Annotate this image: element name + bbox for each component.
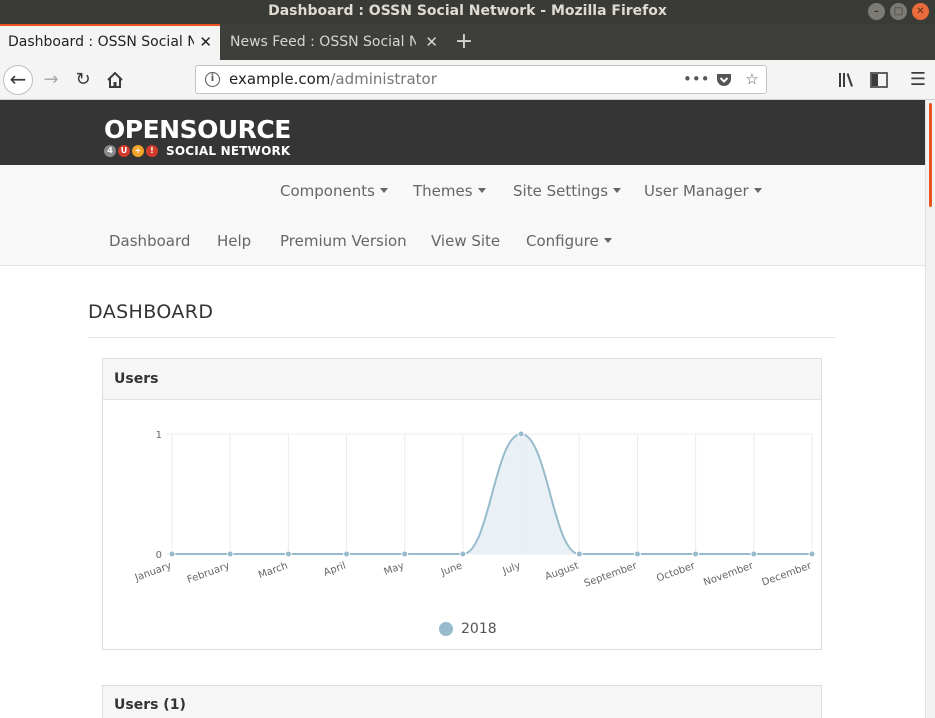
info-icon[interactable]: i <box>205 72 220 87</box>
x-tick-label: December <box>761 560 814 588</box>
tab-news-feed[interactable]: News Feed : OSSN Social Network ✕ <box>222 24 446 60</box>
legend-swatch <box>439 622 453 636</box>
menu-label: Components <box>280 182 375 200</box>
x-tick-label: October <box>655 560 697 584</box>
data-point <box>226 550 234 558</box>
data-point <box>401 550 409 558</box>
menu-user-manager[interactable]: User Manager <box>644 181 762 201</box>
menu-label: Dashboard <box>109 232 191 250</box>
chart-legend: 2018 <box>439 621 497 637</box>
x-tick-label: June <box>439 560 464 578</box>
caret-down-icon <box>603 238 612 243</box>
logo-badge: ! <box>146 145 158 157</box>
x-tick-label: November <box>702 560 755 588</box>
x-tick-label: September <box>583 560 640 590</box>
logo-badge: U <box>118 145 130 157</box>
menu-label: View Site <box>431 232 501 250</box>
menu-dashboard[interactable]: Dashboard <box>109 231 190 251</box>
pocket-icon[interactable] <box>713 66 735 93</box>
home-icon[interactable] <box>100 65 130 95</box>
x-tick-label: May <box>383 560 406 577</box>
window-title-bar: Dashboard : OSSN Social Network - Mozill… <box>0 0 935 24</box>
close-tab-icon[interactable]: ✕ <box>425 24 438 60</box>
data-point <box>750 550 758 558</box>
caret-down-icon <box>477 188 486 193</box>
caret-down-icon <box>379 188 388 193</box>
menu-label: Configure <box>526 232 599 250</box>
minimize-icon[interactable]: – <box>868 3 885 20</box>
page-title: DASHBOARD <box>88 301 214 323</box>
tab-label: Dashboard : OSSN Social Network <box>8 34 194 50</box>
tab-label: News Feed : OSSN Social Network <box>230 34 416 50</box>
url-path: /administrator <box>330 70 437 88</box>
logo-badge: + <box>132 145 144 157</box>
logo-title: OPENSOURCE <box>104 115 291 144</box>
data-point <box>168 550 176 558</box>
caret-down-icon <box>753 188 762 193</box>
page-actions-icon[interactable]: ••• <box>683 66 710 93</box>
data-point <box>284 550 292 558</box>
menu-themes[interactable]: Themes <box>413 181 486 201</box>
menu-view-site[interactable]: View Site <box>431 231 500 251</box>
window-title: Dashboard : OSSN Social Network - Mozill… <box>268 3 667 19</box>
menu-premium-version[interactable]: Premium Version <box>280 231 407 251</box>
data-point <box>343 550 351 558</box>
menu-help[interactable]: Help <box>217 231 251 251</box>
x-tick-label: August <box>544 560 581 582</box>
logo-badge: 4 <box>104 145 116 157</box>
data-point <box>808 550 816 558</box>
data-point <box>459 550 467 558</box>
url-host: example.com <box>229 70 331 88</box>
x-tick-label: March <box>257 560 289 581</box>
back-arrow-icon[interactable]: ← <box>3 65 33 95</box>
users-list-panel: Users (1) <box>102 685 822 718</box>
data-point <box>517 430 525 438</box>
window-controls: – □ ✕ <box>868 3 929 20</box>
tab-dashboard[interactable]: Dashboard : OSSN Social Network ✕ <box>0 24 220 60</box>
y-tick-label: 1 <box>156 430 162 441</box>
users-chart-panel: Users 0 1 January February March April May June… <box>102 358 822 650</box>
x-tick-label: April <box>322 560 347 578</box>
y-tick-label: 0 <box>156 550 162 561</box>
page-scrollbar[interactable] <box>925 100 935 718</box>
x-tick-label: January <box>133 560 173 584</box>
logo: 4 U + ! SOCIAL NETWORK <box>104 144 290 158</box>
menu-site-settings[interactable]: Site Settings <box>513 181 622 201</box>
menu-label: Themes <box>413 182 473 200</box>
forward-arrow-icon[interactable]: → <box>36 65 66 95</box>
menu-label: User Manager <box>644 182 749 200</box>
caret-down-icon <box>613 188 622 193</box>
data-point <box>633 550 641 558</box>
site-header: OPENSOURCE 4 U + ! SOCIAL NETWORK <box>0 100 925 165</box>
maximize-icon[interactable]: □ <box>890 3 907 20</box>
close-window-icon[interactable]: ✕ <box>912 3 929 20</box>
x-tick-label: February <box>186 560 231 586</box>
scrollbar-thumb[interactable] <box>929 103 932 207</box>
tab-strip: Dashboard : OSSN Social Network ✕ News F… <box>0 24 935 60</box>
hamburger-menu-icon[interactable]: ☰ <box>903 65 933 95</box>
navigation-bar: ← → ↻ i example.com/administrator ••• ☆ … <box>0 60 935 100</box>
reload-icon[interactable]: ↻ <box>68 65 98 95</box>
url-bar[interactable]: i example.com/administrator ••• ☆ <box>195 65 767 94</box>
close-tab-icon[interactable]: ✕ <box>199 26 212 59</box>
panel-title: Users (1) <box>114 697 186 713</box>
users-line-chart: 0 1 January February March April May June July Au… <box>133 430 816 590</box>
x-tick-label: July <box>501 560 523 577</box>
sidebar-icon[interactable] <box>864 65 894 95</box>
menu-label: Help <box>217 232 252 250</box>
url-text: example.com/administrator <box>229 66 437 93</box>
new-tab-icon[interactable]: + <box>452 24 476 60</box>
bookmark-star-icon[interactable]: ☆ <box>741 66 763 93</box>
menu-configure[interactable]: Configure <box>526 231 612 251</box>
admin-menu: Components Themes Site Settings User Man… <box>0 165 925 266</box>
menu-label: Site Settings <box>513 182 609 200</box>
legend-label: 2018 <box>461 621 497 637</box>
data-point <box>575 550 583 558</box>
data-point <box>692 550 700 558</box>
logo-subtitle: SOCIAL NETWORK <box>166 144 291 158</box>
menu-components[interactable]: Components <box>280 181 388 201</box>
divider <box>88 337 836 338</box>
library-icon[interactable] <box>832 65 862 95</box>
menu-label: Premium Version <box>280 232 407 250</box>
